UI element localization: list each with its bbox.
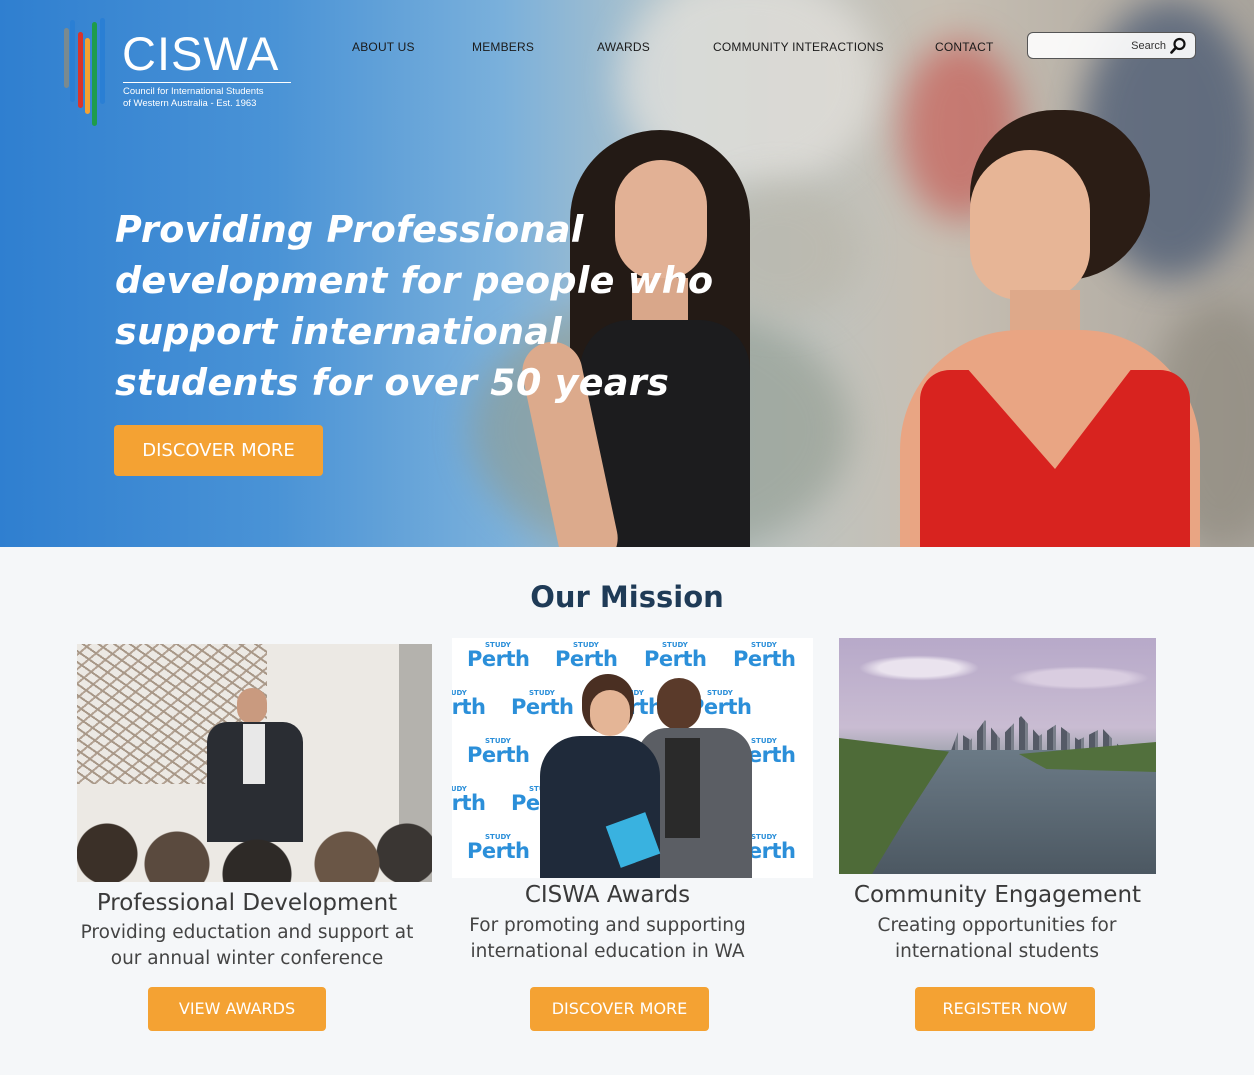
nav-awards[interactable]: AWARDS: [597, 40, 650, 54]
hero-banner: CISWA Council for International Students…: [0, 0, 1254, 547]
magnifier-icon[interactable]: [1169, 37, 1187, 55]
card-description-ciswa-awards: For promoting and supporting internation…: [469, 915, 746, 962]
study-perth-logo-tile: STUDYPerth: [733, 641, 796, 671]
study-perth-logo-tile: STUDYPerth: [467, 641, 530, 671]
nav-members[interactable]: MEMBERS: [472, 40, 534, 54]
logo-divider: [123, 82, 291, 83]
nav-about-us[interactable]: ABOUT US: [352, 40, 415, 54]
study-perth-logo-tile: STUDYPerth: [452, 689, 486, 719]
person-red-dress: [890, 100, 1254, 547]
perth-river-aerial-photo: [839, 638, 1156, 874]
conference-speaker-photo: [77, 644, 432, 882]
mission-heading: Our Mission: [530, 580, 724, 614]
card-description-community-engagement: Creating opportunities for international…: [877, 915, 1117, 962]
search-box: [1027, 32, 1196, 59]
hero-headline: Providing Professional development for p…: [115, 208, 714, 404]
discover-more-button[interactable]: DISCOVER MORE: [530, 987, 709, 1031]
view-awards-button[interactable]: VIEW AWARDS: [148, 987, 326, 1031]
card-title-community-engagement: Community Engagement: [853, 882, 1142, 908]
study-perth-logo-tile: STUDYPerth: [452, 785, 486, 815]
study-perth-logo-tile: STUDYPerth: [467, 737, 530, 767]
hero-discover-more-button[interactable]: DISCOVER MORE: [114, 425, 323, 476]
card-title-ciswa-awards: CISWA Awards: [524, 882, 691, 908]
ciswa-logo[interactable]: CISWA Council for International Students…: [56, 18, 306, 128]
study-perth-logo-tile: STUDYPerth: [555, 641, 618, 671]
awards-photo-study-perth: STUDY Perth STUDY Perth STUDY Perth STUDY Perth…: [452, 638, 813, 878]
search-input[interactable]: [1036, 36, 1166, 55]
study-perth-logo-tile: STUDYPerth: [467, 833, 530, 863]
nav-community-interactions[interactable]: COMMUNITY INTERACTIONS: [713, 40, 884, 54]
study-perth-logo-tile: STUDYPerth: [644, 641, 707, 671]
logo-subtitle-line2: of Western Australia - Est. 1963: [123, 98, 257, 109]
logo-subtitle-line1: Council for International Students: [123, 86, 264, 97]
register-now-button[interactable]: REGISTER NOW: [915, 987, 1095, 1031]
nav-contact[interactable]: CONTACT: [935, 40, 994, 54]
card-description-professional-development: Providing eductation and support at our …: [80, 922, 414, 969]
card-title-professional-development: Professional Development: [96, 890, 398, 916]
study-perth-logo-tile: STUDYPerth: [511, 689, 574, 719]
logo-subtitle: Council for International Students of We…: [123, 86, 303, 110]
